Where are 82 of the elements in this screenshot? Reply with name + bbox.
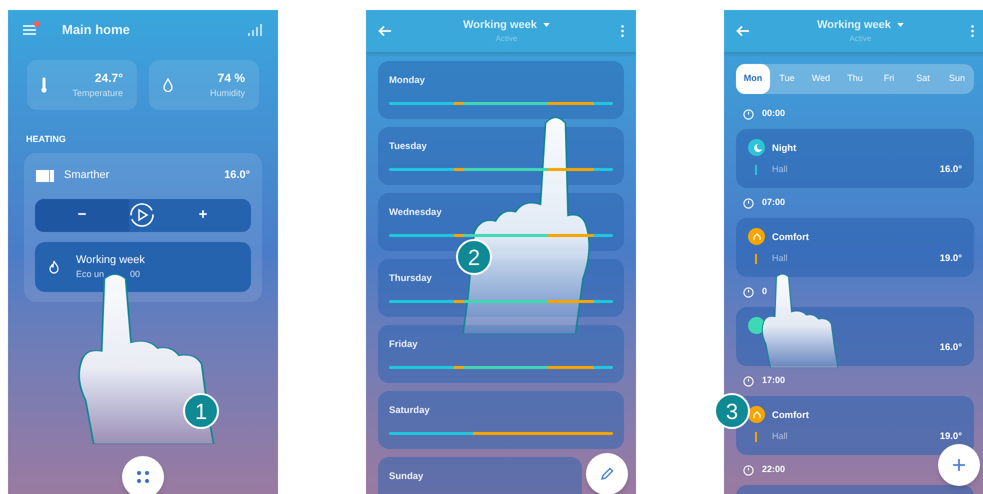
clock-icon bbox=[743, 376, 754, 386]
mode-name: Night bbox=[772, 142, 796, 156]
back-arrow-icon[interactable] bbox=[378, 25, 392, 37]
slot-temperature: 19.0° bbox=[940, 252, 962, 266]
device-name: Smarther bbox=[64, 168, 110, 184]
day-tab[interactable]: Sun bbox=[940, 64, 974, 94]
clock-icon bbox=[743, 464, 754, 476]
slot-temperature: 19.0° bbox=[940, 430, 962, 444]
zone-name: Hall bbox=[772, 252, 788, 265]
play-mode-icon[interactable] bbox=[129, 202, 155, 228]
signal-icon bbox=[248, 24, 264, 36]
dropdown-caret-icon[interactable] bbox=[542, 23, 550, 27]
dots-grid-icon bbox=[136, 470, 150, 484]
sensor-card[interactable]: 24.7° Temperature bbox=[27, 60, 137, 110]
add-button[interactable] bbox=[938, 444, 980, 486]
thermostat-icon bbox=[36, 170, 54, 182]
droplet-icon bbox=[163, 78, 173, 92]
clock-icon bbox=[743, 108, 754, 120]
day-card[interactable]: Friday bbox=[378, 325, 624, 383]
screen-subtitle: Active bbox=[496, 33, 518, 46]
day-tab[interactable]: Thu bbox=[838, 64, 872, 94]
slot-temperature: 16.0° bbox=[940, 341, 962, 355]
pencil-icon bbox=[600, 467, 614, 481]
program-subtitle: 00 bbox=[130, 268, 140, 281]
program-subtitle: Eco un bbox=[76, 268, 104, 281]
thermometer-icon bbox=[41, 77, 47, 93]
increase-button[interactable]: + bbox=[155, 198, 251, 232]
day-card[interactable]: Tuesday bbox=[378, 127, 624, 185]
day-tab[interactable]: Tue bbox=[770, 64, 804, 94]
device-temperature: 16.0° bbox=[224, 168, 250, 184]
day-card[interactable]: Monday bbox=[378, 61, 624, 119]
sensor-label: Temperature bbox=[72, 87, 123, 100]
day-name: Monday bbox=[389, 74, 425, 88]
day-name: Tuesday bbox=[389, 140, 427, 154]
slot-time: 17:00 bbox=[762, 374, 786, 388]
day-name: Saturday bbox=[389, 404, 430, 418]
more-menu-icon[interactable] bbox=[971, 25, 974, 37]
step-badge: 3 bbox=[714, 393, 750, 429]
mode-name: Comfort bbox=[772, 409, 809, 423]
dropdown-caret-icon[interactable] bbox=[896, 23, 904, 27]
day-name: Friday bbox=[389, 338, 418, 352]
screen-title: Working week bbox=[817, 18, 891, 33]
menu-button[interactable] bbox=[122, 456, 164, 494]
slot-card[interactable]: Comfort Hall 19.0° bbox=[736, 218, 974, 277]
zone-name: Hall bbox=[772, 163, 788, 176]
day-name: Sunday bbox=[389, 470, 424, 484]
screen-title: Main home bbox=[62, 21, 130, 40]
section-title: HEATING bbox=[25, 133, 67, 146]
plus-icon bbox=[952, 458, 966, 472]
program-title: Working week bbox=[76, 252, 145, 268]
edit-button[interactable] bbox=[586, 453, 628, 494]
sensor-value: 74 % bbox=[218, 70, 245, 88]
day-tab[interactable]: Sat bbox=[906, 64, 940, 94]
clock-icon bbox=[743, 286, 754, 298]
screen-subtitle: Active bbox=[850, 33, 872, 46]
slot-card[interactable]: Night Hall 16.0° bbox=[736, 129, 974, 188]
menu-icon[interactable] bbox=[22, 24, 38, 36]
day-tab[interactable]: Mon bbox=[736, 64, 770, 94]
slot-time: 22:00 bbox=[762, 463, 786, 476]
day-tab[interactable]: Wed bbox=[804, 64, 838, 94]
day-card[interactable]: Sunday bbox=[378, 457, 582, 494]
slot-time: 07:00 bbox=[762, 196, 786, 210]
mode-name: Comfort bbox=[772, 231, 809, 245]
zone-name: Hall bbox=[772, 430, 788, 443]
back-arrow-icon[interactable] bbox=[736, 25, 750, 37]
day-tab[interactable]: Fri bbox=[872, 64, 906, 94]
slot-time: 00:00 bbox=[762, 107, 786, 120]
screen-title: Working week bbox=[463, 18, 537, 33]
sensor-value: 24.7° bbox=[94, 70, 123, 88]
day-name: Wednesday bbox=[389, 206, 442, 220]
slot-temperature: 16.0° bbox=[940, 163, 962, 177]
clock-icon bbox=[743, 198, 754, 208]
sensor-label: Humidity bbox=[210, 87, 245, 100]
more-menu-icon[interactable] bbox=[621, 25, 624, 37]
slot-card[interactable]: Comfort Hall 19.0° bbox=[736, 396, 974, 455]
day-name: Thursday bbox=[389, 272, 432, 286]
decrease-button[interactable]: − bbox=[35, 198, 129, 232]
sensor-card[interactable]: 74 % Humidity bbox=[149, 60, 259, 110]
flame-icon bbox=[49, 260, 59, 274]
slot-time: 0 bbox=[762, 285, 768, 298]
program-card[interactable]: Working week Eco un 00 bbox=[35, 242, 251, 292]
day-card[interactable]: Saturday bbox=[378, 391, 624, 449]
